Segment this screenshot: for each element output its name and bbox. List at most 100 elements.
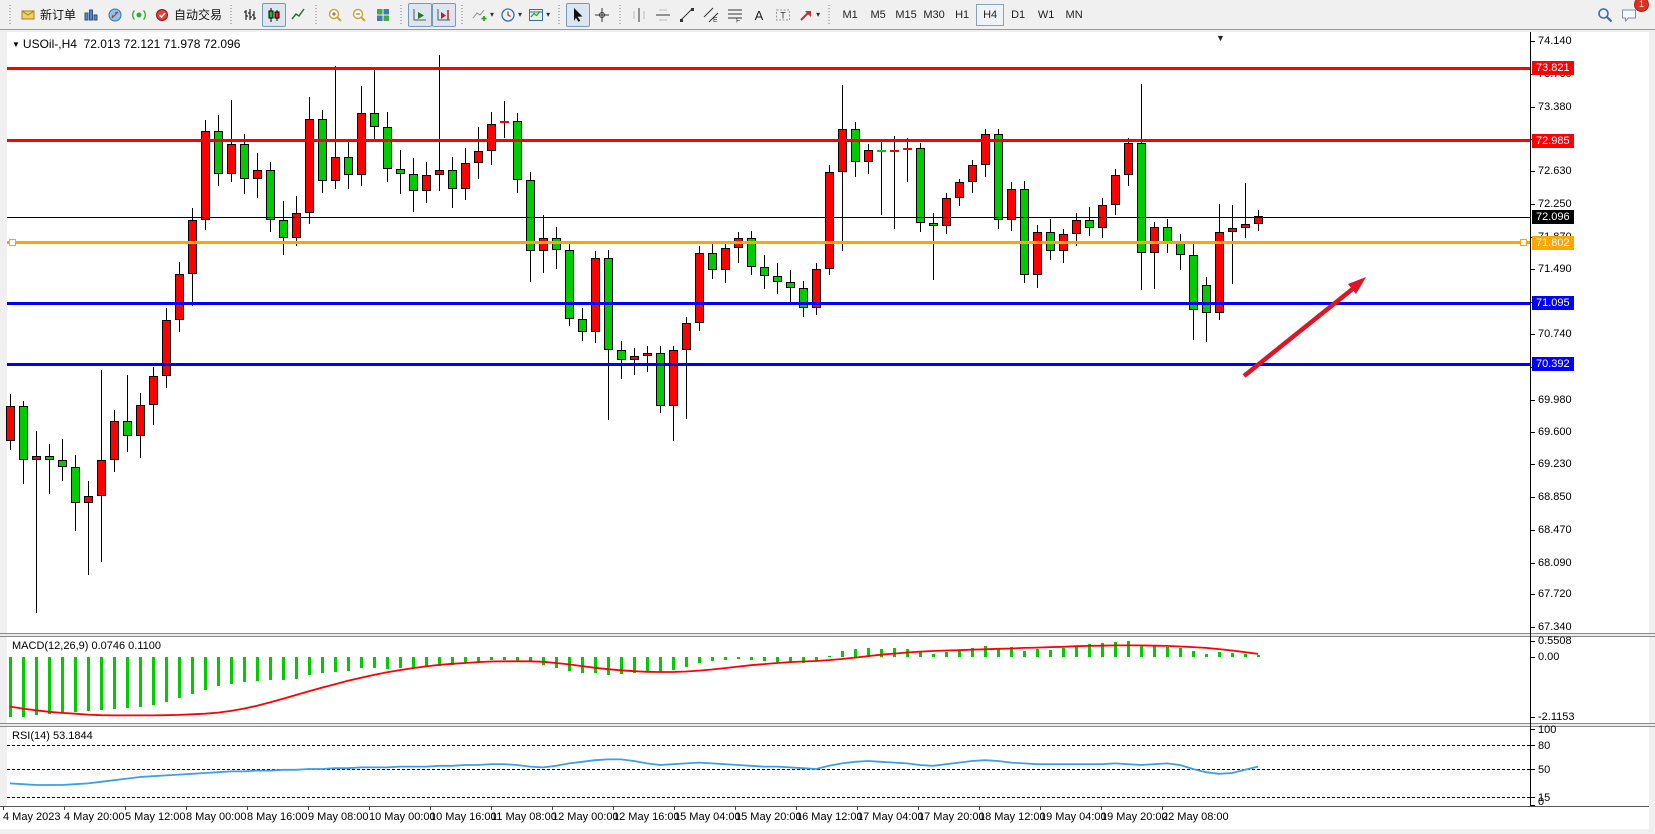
vline-icon xyxy=(631,7,647,23)
zoom-in-icon xyxy=(327,7,343,23)
chart-shift-button[interactable] xyxy=(432,3,456,27)
timeframe-d1[interactable]: D1 xyxy=(1004,4,1032,26)
toolbar-grip xyxy=(459,5,466,25)
toolbar-right: 1 xyxy=(1593,3,1651,27)
toolbar: 新订单 自动交易 ▾ ▾ ▾ E F A T ▾ M1M5M15M30H1H4D1W1MN 1 xyxy=(0,0,1655,30)
macd-name: MACD(12,26,9) xyxy=(12,640,88,652)
zoom-in-button[interactable] xyxy=(323,3,347,27)
rsi-value: 53.1844 xyxy=(53,730,93,742)
horizontal-line-button[interactable] xyxy=(651,3,675,27)
periods-button[interactable]: ▾ xyxy=(497,3,525,27)
text-icon: A xyxy=(751,7,767,23)
navigator-button[interactable] xyxy=(103,3,127,27)
zoom-out-icon xyxy=(351,7,367,23)
toolbar-grip xyxy=(7,5,14,25)
label-icon: T xyxy=(775,7,791,23)
macd-values: 0.0746 0.1100 xyxy=(91,640,161,652)
rsi-name: RSI(14) xyxy=(12,730,50,742)
line-chart-button[interactable] xyxy=(286,3,310,27)
autotrading-icon xyxy=(154,7,170,23)
cursor-icon xyxy=(570,7,586,23)
arrows-button[interactable]: ▾ xyxy=(795,3,823,27)
notifications-button-wrap: 1 xyxy=(1617,3,1641,27)
chart-shift-icon xyxy=(436,7,452,23)
chevron-down-icon[interactable]: ▾ xyxy=(546,10,550,19)
timeframe-m1[interactable]: M1 xyxy=(836,4,864,26)
chart-title: ▼USOil-,H4 72.013 72.121 71.978 72.096 xyxy=(12,37,240,51)
timeframe-m30[interactable]: M30 xyxy=(920,4,948,26)
rsi-panel[interactable] xyxy=(7,727,1531,806)
svg-text:E: E xyxy=(713,17,718,23)
market-watch-icon xyxy=(83,7,99,23)
search-button-wrap xyxy=(1593,3,1617,27)
templates-button[interactable]: ▾ xyxy=(525,3,553,27)
toolbar-grip xyxy=(617,5,624,25)
trendline-icon xyxy=(679,7,695,23)
timeframe-w1[interactable]: W1 xyxy=(1032,4,1060,26)
cursor-button[interactable] xyxy=(566,3,590,27)
channel-icon: E xyxy=(703,7,719,23)
signals-button[interactable] xyxy=(127,3,151,27)
chevron-down-icon[interactable]: ▾ xyxy=(816,10,820,19)
timeframe-h4[interactable]: H4 xyxy=(976,4,1004,26)
mt4-window: 新订单 自动交易 ▾ ▾ ▾ E F A T ▾ M1M5M15M30H1H4D1W1MN 1 ▼US… xyxy=(0,0,1655,834)
fibonacci-icon: F xyxy=(727,7,743,23)
timeframe-m15[interactable]: M15 xyxy=(892,4,920,26)
search-button[interactable] xyxy=(1593,3,1617,27)
autotrading-button[interactable]: 自动交易 xyxy=(151,3,225,27)
bars-icon xyxy=(242,7,258,23)
toolbar-grip xyxy=(556,5,563,25)
rsi-axis xyxy=(1531,727,1649,806)
new-order-button[interactable]: 新订单 xyxy=(17,3,79,27)
auto-scroll-button[interactable] xyxy=(408,3,432,27)
chevron-down-icon[interactable]: ▾ xyxy=(490,10,494,19)
new-order-button-label: 新订单 xyxy=(40,6,76,23)
indicators-add-icon xyxy=(472,7,488,23)
crosshair-icon xyxy=(594,7,610,23)
timeframes-clock-icon xyxy=(500,7,516,23)
main-chart-panel[interactable] xyxy=(7,32,1531,633)
macd-panel[interactable] xyxy=(7,637,1531,723)
timeframe-mn[interactable]: MN xyxy=(1060,4,1088,26)
ohlc-values: 72.013 72.121 71.978 72.096 xyxy=(84,37,241,51)
symbol-label: USOil-,H4 xyxy=(23,37,77,51)
equidistant-channel-button[interactable]: E xyxy=(699,3,723,27)
bars-chart-button[interactable] xyxy=(238,3,262,27)
timeframe-m5[interactable]: M5 xyxy=(864,4,892,26)
timeframe-h1[interactable]: H1 xyxy=(948,4,976,26)
autotrading-button-label: 自动交易 xyxy=(174,6,222,23)
market-watch-button[interactable] xyxy=(79,3,103,27)
notification-badge: 1 xyxy=(1634,0,1649,12)
indicators-button[interactable]: ▾ xyxy=(469,3,497,27)
text-button[interactable]: A xyxy=(747,3,771,27)
new-order-icon xyxy=(20,7,36,23)
trendline-button[interactable] xyxy=(675,3,699,27)
crosshair-button[interactable] xyxy=(590,3,614,27)
price-axis xyxy=(1531,32,1649,633)
macd-axis xyxy=(1531,637,1649,723)
toolbar-grip xyxy=(398,5,405,25)
chevron-down-icon[interactable]: ▾ xyxy=(518,10,522,19)
search-icon xyxy=(1597,7,1613,23)
macd-label: MACD(12,26,9) 0.0746 0.1100 xyxy=(12,640,161,652)
toolbar-grip xyxy=(228,5,235,25)
svg-text:A: A xyxy=(755,8,764,23)
hline-icon xyxy=(655,7,671,23)
candlestick-chart-button[interactable] xyxy=(262,3,286,27)
signals-icon xyxy=(131,7,147,23)
zoom-out-button[interactable] xyxy=(347,3,371,27)
price-axis-border xyxy=(1530,32,1531,806)
templates-icon xyxy=(528,7,544,23)
fibonacci-button[interactable]: F xyxy=(723,3,747,27)
tile-windows-button[interactable] xyxy=(371,3,395,27)
vertical-line-button[interactable] xyxy=(627,3,651,27)
text-label-button[interactable]: T xyxy=(771,3,795,27)
arrows-icon xyxy=(798,7,814,23)
svg-text:F: F xyxy=(736,17,740,23)
navigator-icon xyxy=(107,7,123,23)
candles-icon xyxy=(266,7,282,23)
collapse-triangle-icon[interactable]: ▼ xyxy=(12,40,20,49)
toolbar-grip xyxy=(313,5,320,25)
tile-windows-icon xyxy=(375,7,391,23)
svg-text:T: T xyxy=(780,10,786,20)
